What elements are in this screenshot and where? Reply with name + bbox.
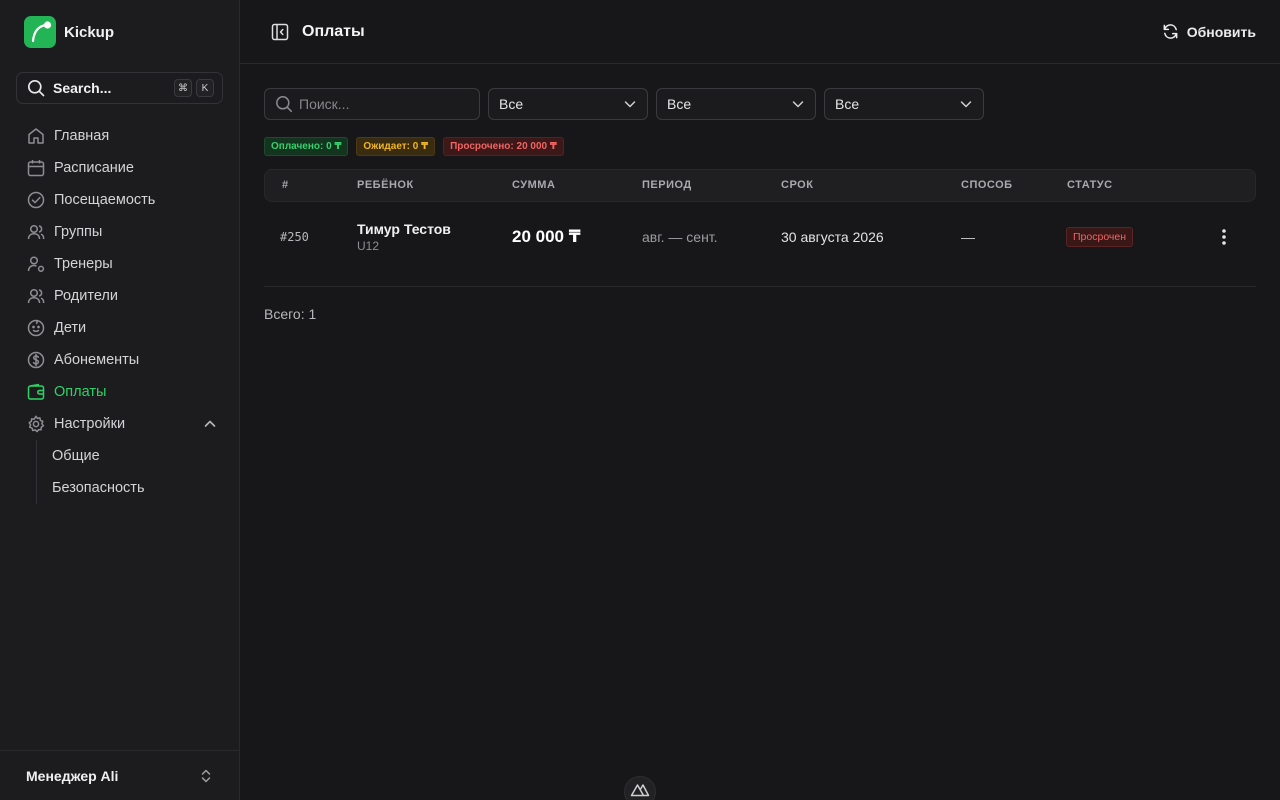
payments-search-input[interactable] bbox=[299, 96, 469, 112]
sidebar-item-label: Абонементы bbox=[54, 352, 140, 368]
pending-total-badge: Ожидает: 0 ₸ bbox=[356, 137, 436, 156]
users-icon bbox=[26, 222, 46, 242]
payment-amount: 20 000 ₸ bbox=[512, 227, 581, 246]
sidebar-subitem-general[interactable]: Общие bbox=[37, 440, 223, 472]
table-header: # РЕБЁНОК СУММА ПЕРИОД СРОК СПОСОБ СТАТУ… bbox=[264, 169, 1256, 202]
column-header-amount: СУММА bbox=[512, 179, 556, 191]
user-name: Менеджер Ali bbox=[26, 767, 119, 784]
dollar-circle-icon bbox=[26, 350, 46, 370]
page-title: Оплаты bbox=[302, 22, 365, 40]
sidebar-item-children[interactable]: Дети bbox=[16, 312, 223, 344]
overdue-total-badge: Просрочено: 20 000 ₸ bbox=[443, 137, 564, 156]
chevron-up-down-icon bbox=[199, 768, 213, 784]
refresh-label: Обновить bbox=[1186, 23, 1256, 40]
filter-select-value: Все bbox=[499, 96, 524, 112]
sidebar-nav: Главная Расписание Посещаемость Группы Т… bbox=[16, 120, 223, 504]
payment-due-date: 30 августа 2026 bbox=[781, 229, 884, 245]
user-cog-icon bbox=[26, 254, 46, 274]
column-header-child: РЕБЁНОК bbox=[357, 179, 414, 191]
user-menu-button[interactable]: Менеджер Ali bbox=[0, 750, 239, 800]
filter-select-2[interactable]: Все bbox=[656, 88, 816, 120]
column-header-due: СРОК bbox=[781, 179, 814, 191]
gear-icon bbox=[26, 414, 46, 434]
column-header-id: # bbox=[282, 179, 289, 191]
filter-select-value: Все bbox=[835, 96, 860, 112]
filters-bar: Все Все Все bbox=[264, 88, 984, 120]
calendar-icon bbox=[26, 158, 46, 178]
sidebar-subitem-label: Общие bbox=[52, 448, 100, 464]
search-icon bbox=[275, 95, 293, 113]
home-icon bbox=[26, 126, 46, 146]
sidebar-item-label: Тренеры bbox=[54, 256, 113, 272]
status-badge: Просрочен bbox=[1066, 227, 1134, 247]
sidebar-item-label: Дети bbox=[54, 320, 87, 336]
sidebar-item-payments[interactable]: Оплаты bbox=[16, 376, 223, 408]
sidebar-item-schedule[interactable]: Расписание bbox=[16, 152, 223, 184]
total-count: Всего: 1 bbox=[264, 306, 317, 322]
child-group: U12 bbox=[357, 239, 380, 253]
sidebar-item-label: Группы bbox=[54, 224, 103, 240]
sidebar-item-label: Расписание bbox=[54, 160, 134, 176]
sidebar-toggle-icon[interactable] bbox=[270, 22, 290, 42]
payment-period: авг. — сент. bbox=[642, 229, 718, 245]
payments-search-field[interactable] bbox=[264, 88, 480, 120]
brand-logo-icon bbox=[24, 16, 56, 48]
sidebar-item-groups[interactable]: Группы bbox=[16, 216, 223, 248]
kbd-k: K bbox=[196, 79, 214, 97]
search-label: Search... bbox=[53, 80, 112, 96]
summary-badges: Оплачено: 0 ₸ Ожидает: 0 ₸ Просрочено: 2… bbox=[264, 137, 564, 156]
wallet-icon bbox=[26, 382, 46, 402]
column-header-status: СТАТУС bbox=[1067, 179, 1113, 191]
chevron-down-icon bbox=[791, 97, 805, 111]
sidebar-item-label: Оплаты bbox=[54, 384, 107, 400]
sidebar-item-home[interactable]: Главная bbox=[16, 120, 223, 152]
sidebar-item-attendance[interactable]: Посещаемость bbox=[16, 184, 223, 216]
paid-total-badge: Оплачено: 0 ₸ bbox=[264, 137, 349, 156]
payment-method: — bbox=[961, 229, 975, 245]
users-icon bbox=[26, 286, 46, 306]
sidebar-item-coaches[interactable]: Тренеры bbox=[16, 248, 223, 280]
chevron-down-icon bbox=[959, 97, 973, 111]
sidebar: Kickup Search... ⌘ K Главная Расписание … bbox=[0, 0, 240, 800]
sidebar-subitem-label: Безопасность bbox=[52, 480, 145, 496]
page-header: Оплаты Обновить bbox=[240, 0, 1280, 64]
check-circle-icon bbox=[26, 190, 46, 210]
search-icon bbox=[27, 79, 45, 97]
kbd-cmd: ⌘ bbox=[174, 79, 192, 97]
sidebar-item-label: Родители bbox=[54, 288, 118, 304]
sidebar-item-label: Посещаемость bbox=[54, 192, 156, 208]
sidebar-item-settings[interactable]: Настройки bbox=[16, 408, 223, 440]
refresh-icon bbox=[1161, 22, 1180, 41]
more-vertical-icon[interactable] bbox=[1214, 226, 1234, 248]
sidebar-item-parents[interactable]: Родители bbox=[16, 280, 223, 312]
column-header-method: СПОСОБ bbox=[961, 179, 1013, 191]
payment-id: #250 bbox=[280, 230, 309, 244]
brand-name: Kickup bbox=[64, 23, 115, 41]
sidebar-search-button[interactable]: Search... ⌘ K bbox=[16, 72, 223, 104]
sidebar-subitem-security[interactable]: Безопасность bbox=[37, 472, 223, 504]
settings-subnav: Общие Безопасность bbox=[36, 440, 223, 504]
filter-select-1[interactable]: Все bbox=[488, 88, 648, 120]
filter-select-value: Все bbox=[667, 96, 692, 112]
refresh-button[interactable]: Обновить bbox=[1161, 22, 1256, 41]
sidebar-item-label: Настройки bbox=[54, 416, 126, 432]
baby-icon bbox=[26, 318, 46, 338]
chevron-down-icon bbox=[623, 97, 637, 111]
brand[interactable]: Kickup bbox=[24, 16, 114, 48]
devtools-logo-icon[interactable] bbox=[624, 776, 656, 800]
table-row[interactable]: #250 Тимур Тестов U12 20 000 ₸ авг. — се… bbox=[264, 202, 1256, 287]
filter-select-3[interactable]: Все bbox=[824, 88, 984, 120]
sidebar-item-label: Главная bbox=[54, 128, 110, 144]
column-header-period: ПЕРИОД bbox=[642, 179, 692, 191]
sidebar-item-subscriptions[interactable]: Абонементы bbox=[16, 344, 223, 376]
child-name: Тимур Тестов bbox=[357, 221, 451, 237]
chevron-up-icon[interactable] bbox=[203, 417, 217, 431]
